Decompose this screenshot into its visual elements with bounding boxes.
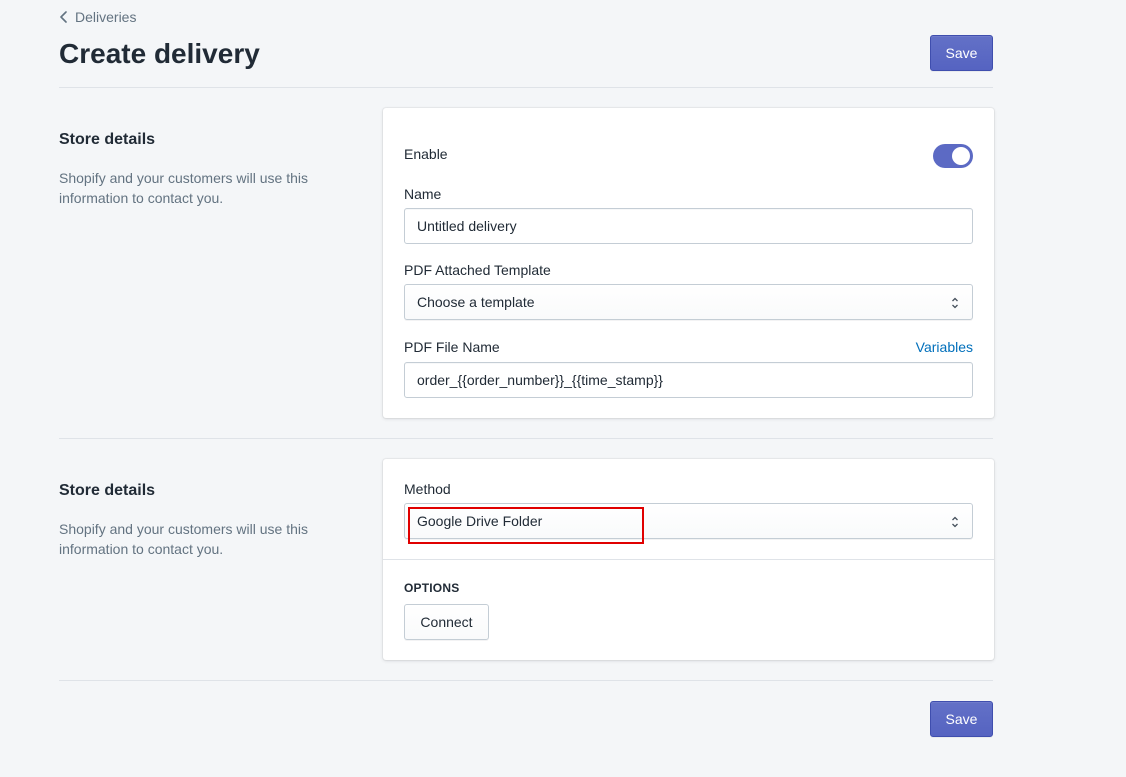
section-description: Shopify and your customers will use this… xyxy=(59,170,308,206)
section-title: Store details xyxy=(59,482,156,499)
template-select[interactable]: Choose a template xyxy=(404,284,973,320)
method-card: Method Google Drive Folder OPTIONS Conne… xyxy=(383,459,994,660)
connect-button[interactable]: Connect xyxy=(404,604,489,640)
save-button-bottom[interactable]: Save xyxy=(930,701,993,737)
filename-label: PDF File Name xyxy=(404,339,500,355)
template-select-value: Choose a template xyxy=(417,294,535,310)
variables-link[interactable]: Variables xyxy=(916,339,973,355)
name-label: Name xyxy=(404,186,442,202)
name-input[interactable]: Untitled delivery xyxy=(404,208,973,244)
enable-toggle[interactable] xyxy=(933,144,973,168)
store-details-card: Enable Name Untitled delivery PDF Attach… xyxy=(383,108,994,418)
method-select[interactable]: Google Drive Folder xyxy=(404,503,973,539)
options-heading: OPTIONS xyxy=(404,581,460,595)
method-label: Method xyxy=(404,481,451,497)
card-divider xyxy=(383,559,994,560)
select-arrows-icon xyxy=(952,297,958,309)
chevron-left-icon xyxy=(60,11,67,23)
select-arrows-icon xyxy=(952,516,958,528)
divider xyxy=(59,680,993,681)
template-label: PDF Attached Template xyxy=(404,262,551,278)
filename-input[interactable]: order_{{order_number}}_{{time_stamp}} xyxy=(404,362,973,398)
divider xyxy=(59,438,993,439)
save-button[interactable]: Save xyxy=(930,35,993,71)
page: Deliveries Create delivery Save Store de… xyxy=(0,0,1126,777)
method-select-value: Google Drive Folder xyxy=(417,513,543,529)
toggle-knob xyxy=(952,147,970,165)
page-title: Create delivery xyxy=(59,38,260,69)
section-description: Shopify and your customers will use this… xyxy=(59,521,308,557)
section-title: Store details xyxy=(59,131,156,148)
breadcrumb-label: Deliveries xyxy=(75,9,137,25)
breadcrumb[interactable]: Deliveries xyxy=(59,8,136,26)
enable-label: Enable xyxy=(404,146,448,162)
divider xyxy=(59,87,993,88)
